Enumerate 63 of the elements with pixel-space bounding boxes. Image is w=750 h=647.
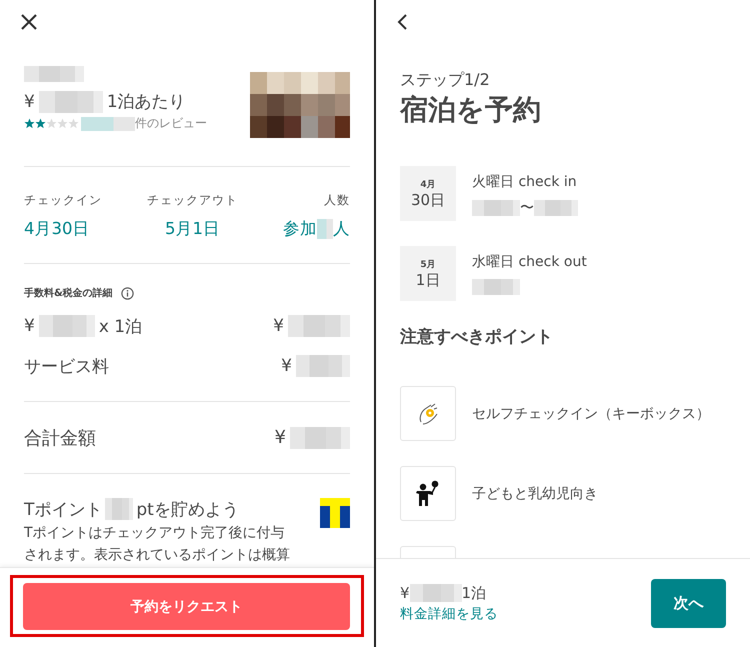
step-label: ステップ1/2 [400, 70, 491, 90]
field-value[interactable]: 5月1日 [165, 217, 220, 241]
redacted-block [317, 219, 333, 239]
fee-label: サービス料 [24, 356, 109, 378]
redacted-block [534, 200, 578, 216]
review-count-label: 件のレビュー [135, 115, 207, 132]
redacted-block [296, 355, 350, 377]
field-value[interactable]: 4月30日 [24, 217, 90, 241]
redacted-block [24, 66, 84, 82]
month-label: 4月 [420, 178, 436, 190]
star-icon [35, 118, 46, 129]
currency-symbol: ¥ [400, 584, 410, 602]
star-icon [68, 118, 79, 129]
amenity-label: 子どもと乳幼児向き [472, 484, 598, 502]
section-title: 手数料&税金の詳細 [24, 286, 113, 300]
field-label: チェックイン [24, 192, 102, 209]
field-value[interactable]: 人 [333, 217, 350, 241]
amenity-label: セルフチェックイン（キーボックス） [472, 404, 710, 422]
close-icon [20, 13, 38, 31]
total-label: 合計金額 [24, 426, 96, 450]
section-title: 注意すべきポイント [400, 326, 554, 348]
back-button[interactable] [396, 13, 408, 31]
redacted-block [410, 584, 462, 602]
date-heading: 火曜日 check in [472, 173, 578, 191]
points-description: Tポイントはチェックアウト完了後に付与されます。表示されているポイントは概算 [24, 524, 291, 565]
points-title: ptを貯めよう [136, 498, 239, 520]
currency-symbol: ¥ [281, 356, 292, 376]
star-icon [57, 118, 68, 129]
time-separator: 〜 [520, 199, 534, 217]
field-label: チェックアウト [147, 192, 238, 209]
redacted-block [288, 315, 350, 337]
field-label: 人数 [324, 192, 350, 209]
currency-symbol: ¥ [273, 316, 284, 336]
day-label: 1日 [416, 270, 440, 290]
day-label: 30日 [410, 190, 446, 210]
date-heading: 水曜日 check out [472, 253, 587, 271]
points-title: Tポイント [24, 498, 102, 520]
star-icon [24, 118, 35, 129]
logo-icon [320, 498, 350, 528]
redacted-block [81, 116, 135, 130]
back-icon [396, 13, 408, 31]
price-details-link[interactable]: 料金詳細を見る [400, 604, 498, 622]
month-label: 5月 [420, 258, 436, 270]
redacted-block [38, 90, 103, 112]
close-button[interactable] [20, 13, 38, 31]
price-label: 1泊 [462, 584, 486, 602]
nights-label: x 1泊 [98, 316, 142, 338]
info-icon [120, 286, 134, 300]
redacted-block [105, 498, 134, 520]
currency-symbol: ¥ [24, 316, 35, 336]
redacted-block [290, 426, 350, 448]
currency-symbol: ¥ [24, 92, 35, 112]
redacted-block [472, 279, 520, 295]
star-icon [46, 118, 57, 129]
person-with-balloon-icon [415, 480, 441, 507]
request-button[interactable]: 予約をリクエスト [23, 583, 350, 630]
redacted-block [38, 315, 95, 337]
field-value[interactable]: 参加 [283, 217, 317, 241]
currency-symbol: ¥ [274, 427, 286, 448]
price-label: 1泊あたり [106, 91, 186, 113]
redacted-block [472, 200, 520, 216]
page-title: 宿泊を予約 [400, 92, 542, 128]
next-button[interactable]: 次へ [651, 578, 726, 628]
